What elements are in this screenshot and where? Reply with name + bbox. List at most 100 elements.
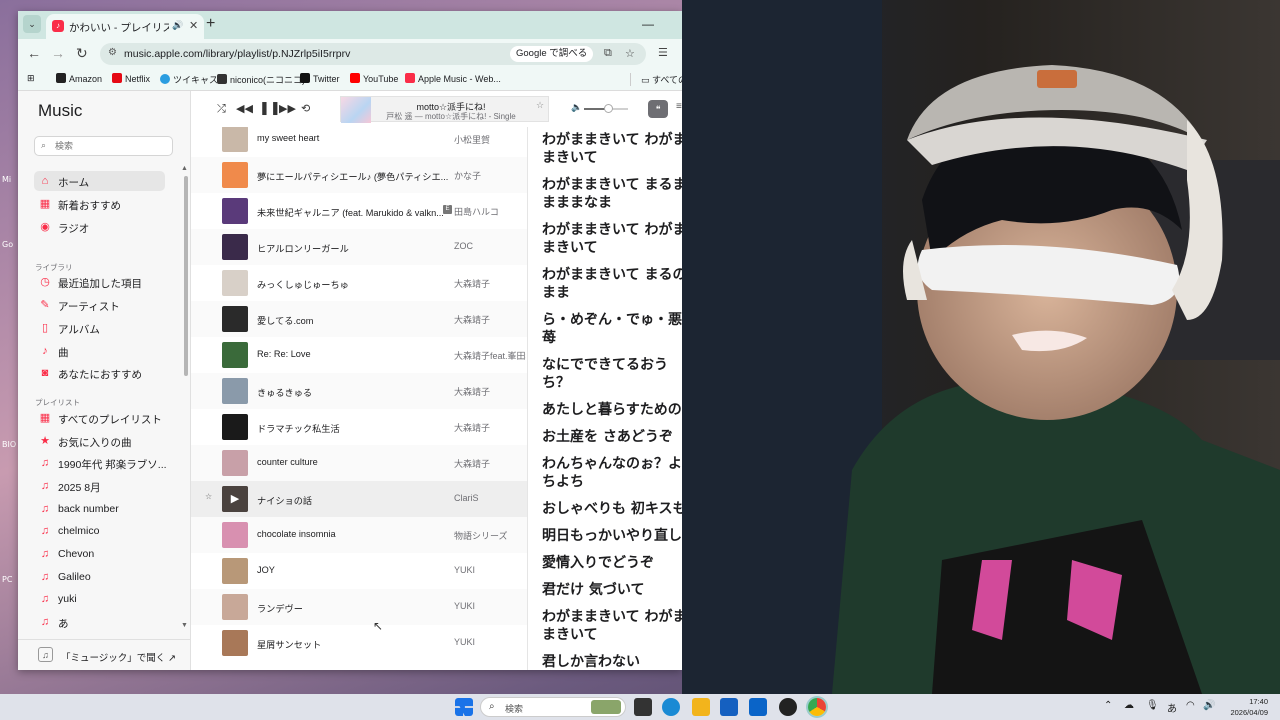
tab-search-icon[interactable]: ⌄ (23, 15, 41, 33)
sidebar-item-for-you[interactable]: ◙ あなたにおすすめ (34, 363, 165, 383)
speaker-icon[interactable]: 🔊 (172, 20, 183, 31)
song-artist[interactable]: 大森靖子 (454, 385, 526, 398)
sidebar-item-new[interactable]: ▦ 新着おすすめ (34, 194, 165, 214)
song-artist[interactable]: 大森靖子feat.峯田和 (454, 349, 526, 362)
lyric-line[interactable]: わがままきいて わがま まきいて (542, 608, 682, 644)
outlook-icon[interactable] (749, 698, 767, 716)
volume-slider[interactable] (584, 104, 628, 113)
lyric-line[interactable]: 君だけ 気づいて (542, 581, 682, 599)
desktop-icon-label[interactable]: Go (2, 240, 13, 249)
desktop-icon-label[interactable]: Mi (2, 175, 11, 184)
song-artist[interactable]: 物語シリーズ (454, 529, 526, 542)
song-artist[interactable]: ClariS (454, 493, 526, 503)
tab-apple-music[interactable]: ♪ かわいい - プレイリスト - Apple 🔊 ✕ (46, 14, 204, 39)
sidebar-item-radio[interactable]: ◉ ラジオ (34, 217, 165, 237)
taskbar-search[interactable]: ⌕ 検索 (480, 697, 626, 717)
song-artist[interactable]: 大森靖子 (454, 277, 526, 290)
song-row[interactable]: Re: Re: Love 大森靖子feat.峯田和 (191, 337, 527, 373)
song-artist[interactable]: YUKI (454, 637, 526, 647)
song-row[interactable]: ランデヴー YUKI (191, 589, 527, 625)
apps-grid-icon[interactable]: ⊞ (27, 73, 35, 84)
bookmark-folder[interactable]: ▭ すべての (630, 73, 682, 86)
song-artist[interactable]: 大森靖子 (454, 421, 526, 434)
lyric-line[interactable]: わんちゃんなのぉ？よ ちよち (542, 455, 682, 491)
install-icon[interactable]: ⧉ (604, 47, 612, 60)
scroll-down-icon[interactable]: ▼ (181, 622, 188, 629)
song-row[interactable]: 星屑サンセット YUKI (191, 625, 527, 661)
sidebar-item-playlist[interactable]: ♫ Galileo (34, 567, 165, 587)
lyric-line[interactable]: なにでできてるおう ち？ (542, 356, 682, 392)
bookmark-twitter[interactable]: Twitter (300, 73, 340, 84)
sidebar-item-playlist[interactable]: ♫ あ (34, 612, 165, 632)
song-row[interactable]: counter culture 大森靖子 (191, 445, 527, 481)
scroll-up-icon[interactable]: ▲ (181, 165, 188, 172)
lyric-line[interactable]: わがままきいて わがま まきいて (542, 221, 682, 257)
song-artist[interactable]: YUKI (454, 601, 526, 611)
lyric-line[interactable]: 愛情入りでどうぞ (542, 554, 682, 572)
lyric-line[interactable]: おしゃべりも 初キスも (542, 500, 682, 518)
bookmark-netflix[interactable]: Netflix (112, 73, 150, 84)
speaker-icon[interactable]: 🔊 (1203, 700, 1215, 711)
lyric-line[interactable]: 明日もっかいやり直し (542, 527, 682, 545)
lyric-line[interactable]: ら・めぞん・でゅ・悪 苺 (542, 311, 682, 347)
obs-icon[interactable] (779, 698, 797, 716)
bookmark-niconico[interactable]: niconico(ニコニコ) (217, 73, 305, 86)
task-view-icon[interactable] (634, 698, 652, 716)
sidebar-item-albums[interactable]: ▯ アルバム (34, 318, 165, 338)
next-icon[interactable]: ▶▶ (279, 102, 296, 116)
queue-icon[interactable]: ≡ (676, 101, 682, 112)
volume-knob[interactable] (604, 104, 614, 113)
wifi-icon[interactable]: ◠ (1186, 700, 1195, 711)
song-row[interactable]: 未来世紀ギャルニア (feat. Marukido & valkn... E 田島ハ… (191, 193, 527, 229)
song-row[interactable]: ヒアルロンリーガール ZOC (191, 229, 527, 265)
song-artist[interactable]: 大森靖子 (454, 457, 526, 470)
previous-icon[interactable]: ◀◀ (236, 102, 253, 116)
song-row[interactable]: ドラマチック私生活 大森靖子 (191, 409, 527, 445)
bookmark-apple-music[interactable]: Apple Music - Web... (405, 73, 501, 84)
lyric-line[interactable]: お土産を さあどうぞ (542, 428, 682, 446)
bookmark-twitcasting[interactable]: ツイキャス (160, 73, 218, 86)
sidebar-item-playlist[interactable]: ♫ 1990年代 邦楽ラブソ... (34, 453, 167, 473)
sidebar-item-playlist[interactable]: ♫ 2025 8月 (34, 476, 165, 496)
star-icon[interactable]: ☆ (536, 100, 544, 111)
repeat-icon[interactable]: ⟲ (301, 102, 310, 116)
sidebar-item-artists[interactable]: ✎ アーティスト (34, 295, 165, 315)
site-info-icon[interactable]: ⚙ (108, 47, 117, 58)
bookmark-youtube[interactable]: YouTube (350, 73, 398, 84)
bookmark-star-icon[interactable]: ☆ (625, 47, 635, 60)
sidebar-item-playlist[interactable]: ♫ back number (34, 499, 165, 519)
desktop-icon-label[interactable]: BIO (2, 440, 16, 449)
taskbar-clock[interactable]: 17:40 2026/04/09 (1222, 696, 1268, 718)
sidepanel-icon[interactable]: ☰ (658, 46, 668, 59)
chevron-up-icon[interactable]: ⌃ (1104, 700, 1112, 711)
sidebar-item-playlist[interactable]: ♫ chelmico (34, 521, 165, 541)
lyric-line[interactable]: わがままきいて まるま まままなま (542, 176, 682, 212)
reload-icon[interactable]: ↻ (76, 45, 88, 61)
url-field[interactable]: ⚙ music.apple.com/library/playlist/p.NJZ… (100, 43, 646, 65)
ime-indicator[interactable]: あ (1167, 700, 1177, 715)
song-row[interactable]: 夢にエールパティシエール♪ (夢色パティシエ... かな子 (191, 157, 527, 193)
sidebar-item-all-playlists[interactable]: ▦ すべてのプレイリスト (34, 408, 165, 428)
chrome-icon[interactable] (808, 698, 826, 716)
sidebar-item-favorites[interactable]: ★ お気に入りの曲 (34, 431, 165, 451)
song-row[interactable]: ☆ ▶ ナイショの話 ClariS (191, 481, 527, 517)
open-in-music-link[interactable]: ♫ 「ミュージック」で聞く ↗ (18, 639, 190, 670)
forward-icon[interactable]: → (51, 45, 65, 61)
shuffle-icon[interactable]: ⤮ (217, 102, 226, 116)
edge-icon[interactable] (662, 698, 680, 716)
play-icon[interactable]: ▶ (222, 486, 248, 512)
apple-music-logo[interactable]: Music (38, 101, 82, 121)
lyric-line[interactable]: 君しか言わない (542, 653, 682, 670)
sidebar-item-songs[interactable]: ♪ 曲 (34, 341, 165, 361)
explorer-icon[interactable] (692, 698, 710, 716)
mic-icon[interactable]: 🎙 (1146, 700, 1159, 711)
sidebar-item-recent[interactable]: ◷ 最近追加した項目 (34, 272, 165, 292)
song-row[interactable]: JOY YUKI (191, 553, 527, 589)
song-artist[interactable]: 田島ハルコ (454, 205, 526, 218)
song-row[interactable]: きゅるきゅる 大森靖子 (191, 373, 527, 409)
cloud-icon[interactable]: ☁ (1124, 700, 1134, 711)
song-artist[interactable]: かな子 (454, 169, 526, 182)
new-tab-icon[interactable]: + (206, 15, 215, 33)
minimize-icon[interactable]: — (642, 17, 654, 31)
song-artist[interactable]: 大森靖子 (454, 313, 526, 326)
